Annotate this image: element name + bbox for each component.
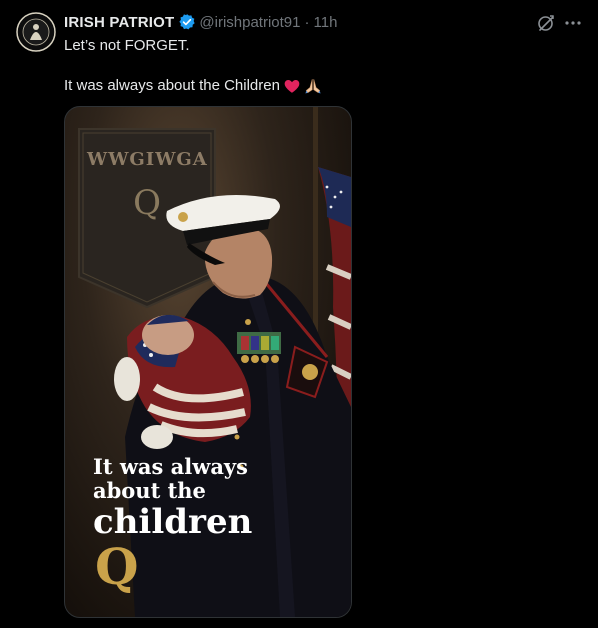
caption-line-2: about the — [93, 478, 206, 503]
tweet-line-2: It was always about the Children — [64, 76, 564, 96]
display-name[interactable]: IRISH PATRIOT — [64, 14, 174, 31]
tweet-image[interactable]: WWGIWGA Q It was always about the childr… — [64, 106, 352, 618]
banner-letter: Q — [133, 183, 161, 223]
grok-icon[interactable] — [536, 13, 556, 33]
verified-badge-icon — [178, 13, 196, 31]
caption-line-1: It was always — [93, 454, 248, 479]
banner-text: WWGIWGA — [87, 149, 208, 170]
avatar[interactable] — [16, 12, 56, 52]
tweet-line-1: Let’s not FORGET. — [64, 37, 190, 54]
image-caption: It was always about the children — [93, 454, 253, 542]
red-heart-icon — [283, 77, 301, 95]
tweet[interactable]: IRISH PATRIOT @irishpatriot91 · 11h Let’… — [0, 0, 598, 628]
more-icon[interactable] — [563, 13, 583, 33]
q-logo: Q — [95, 537, 139, 596]
separator: · — [304, 13, 310, 31]
tweet-line-2-text: It was always about the Children — [64, 77, 280, 94]
handle[interactable]: @irishpatriot91 — [199, 14, 300, 31]
tweet-header: IRISH PATRIOT @irishpatriot91 · 11h — [64, 12, 337, 32]
timestamp[interactable]: 11h — [314, 14, 338, 31]
caption-line-3: children — [93, 502, 253, 542]
tweet-text: Let’s not FORGET. It was always about th… — [64, 36, 564, 96]
folded-hands-icon — [304, 77, 322, 95]
